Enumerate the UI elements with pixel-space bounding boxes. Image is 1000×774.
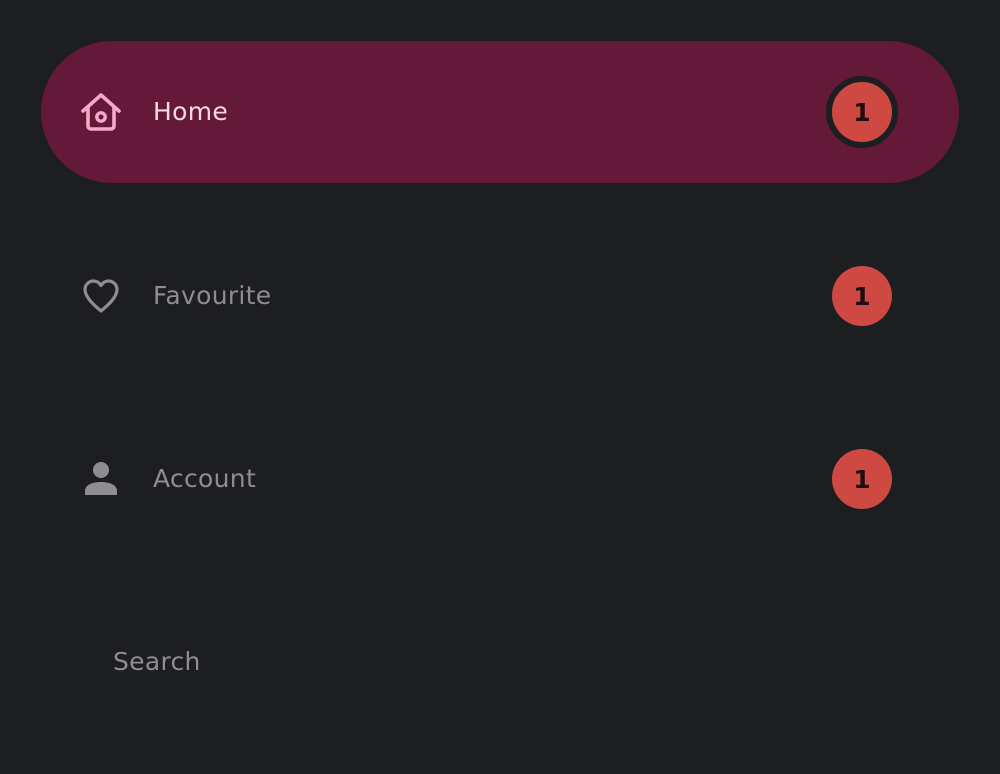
nav-item-favourite[interactable]: Favourite 1 <box>41 225 959 367</box>
navigation-drawer: Home 1 Favourite 1 Account 1 Search <box>0 0 1000 774</box>
notification-badge: 1 <box>826 76 898 148</box>
nav-item-home[interactable]: Home 1 <box>41 41 959 183</box>
nav-item-favourite-label: Favourite <box>153 280 272 310</box>
nav-item-account[interactable]: Account 1 <box>41 408 959 550</box>
heart-icon <box>79 274 123 318</box>
home-icon <box>79 90 123 134</box>
notification-badge: 1 <box>832 449 892 509</box>
person-icon <box>79 457 123 501</box>
search-item[interactable]: Search <box>113 647 201 676</box>
notification-badge: 1 <box>832 266 892 326</box>
nav-item-home-label: Home <box>153 96 229 126</box>
nav-item-account-label: Account <box>153 463 257 493</box>
